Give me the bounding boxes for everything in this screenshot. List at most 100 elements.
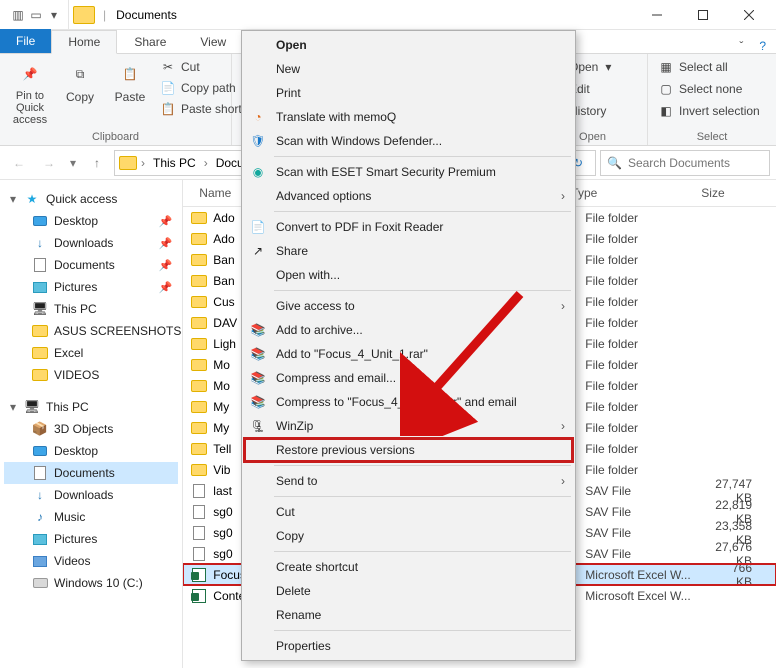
sidebar-documents2[interactable]: Documents (4, 462, 178, 484)
sidebar-music[interactable]: Music (4, 506, 178, 528)
window-title: Documents (110, 8, 177, 22)
drive-icon (33, 578, 48, 588)
ctx-giveaccess[interactable]: Give access to› (244, 294, 573, 318)
titlebar: ▥ ▭ ▾ | Documents (0, 0, 776, 30)
ctx-sendto[interactable]: Send to› (244, 469, 573, 493)
copy-button[interactable]: ⧉ Copy (58, 58, 102, 106)
ctx-properties[interactable]: Properties (244, 634, 573, 658)
sidebar-3dobjects[interactable]: 3D Objects (4, 418, 178, 440)
folder-icon (32, 325, 48, 337)
sidebar-desktop2[interactable]: Desktop (4, 440, 178, 462)
breadcrumb-folder-icon (119, 156, 137, 170)
tab-view[interactable]: View (183, 30, 243, 53)
file-type: File folder (585, 295, 715, 309)
ctx-print[interactable]: Print (244, 81, 573, 105)
breadcrumb-sep[interactable]: › (139, 156, 147, 170)
sidebar-thispc[interactable]: ▾This PC (4, 396, 178, 418)
help-icon[interactable]: ? (759, 39, 766, 53)
sidebar-pictures2[interactable]: Pictures (4, 528, 178, 550)
downloads-icon (32, 487, 48, 503)
nav-up-button[interactable]: ↑ (84, 150, 110, 176)
column-type[interactable]: Type (563, 180, 693, 206)
ctx-rename[interactable]: Rename (244, 603, 573, 627)
tab-file[interactable]: File (0, 29, 51, 53)
ctx-advanced[interactable]: Advanced options› (244, 184, 573, 208)
pin-label: Pin to Quick access (12, 90, 48, 126)
file-icon (192, 568, 206, 582)
sidebar-quick-access[interactable]: ▾Quick access (4, 188, 178, 210)
pictures-icon (33, 282, 47, 293)
ctx-compressemail[interactable]: 📚Compress and email... (244, 366, 573, 390)
tab-home[interactable]: Home (51, 30, 117, 54)
ctx-share[interactable]: ↗Share (244, 239, 573, 263)
pin-to-quick-access-button[interactable]: 📌 Pin to Quick access (8, 58, 52, 128)
file-icon (191, 275, 207, 287)
sidebar-desktop[interactable]: Desktop📌 (4, 210, 178, 232)
paste-button[interactable]: 📋 Paste (108, 58, 152, 106)
sidebar-videos2[interactable]: Videos (4, 550, 178, 572)
nav-forward-button[interactable]: → (36, 150, 62, 176)
ctx-eset[interactable]: ◉Scan with ESET Smart Security Premium (244, 160, 573, 184)
search-input[interactable] (628, 156, 763, 170)
file-type: File folder (585, 253, 715, 267)
breadcrumb-sep[interactable]: › (202, 156, 210, 170)
qa-properties-icon[interactable]: ▥ (10, 7, 26, 23)
ctx-restore-previous-versions[interactable]: Restore previous versions (244, 438, 573, 462)
ctx-winzip[interactable]: 🗜WinZip› (244, 414, 573, 438)
videos-icon (33, 556, 47, 567)
sidebar-cdrive[interactable]: Windows 10 (C:) (4, 572, 178, 594)
file-icon (191, 464, 207, 476)
file-type: File folder (585, 421, 715, 435)
close-button[interactable] (726, 0, 772, 30)
ctx-memoq[interactable]: ◔Translate with memoQ (244, 105, 573, 129)
sidebar-asus[interactable]: ASUS SCREENSHOTS (4, 320, 178, 342)
file-icon (191, 338, 207, 350)
sidebar-pictures[interactable]: Pictures📌 (4, 276, 178, 298)
search-icon: 🔍 (607, 156, 622, 170)
column-size[interactable]: Size (693, 180, 776, 206)
ctx-new[interactable]: New (244, 57, 573, 81)
ctx-openwith[interactable]: Open with... (244, 263, 573, 287)
ctx-defender[interactable]: 🛡Scan with Windows Defender... (244, 129, 573, 153)
ctx-addarchive[interactable]: 📚Add to archive... (244, 318, 573, 342)
ctx-addrar[interactable]: 📚Add to "Focus_4_Unit_1.rar" (244, 342, 573, 366)
copy-path-icon: 📄 (160, 80, 176, 96)
sidebar-excel[interactable]: Excel (4, 342, 178, 364)
file-type: SAV File (585, 484, 715, 498)
select-none-button[interactable]: ▢Select none (656, 80, 762, 98)
ctx-delete[interactable]: Delete (244, 579, 573, 603)
music-icon (32, 509, 48, 525)
invert-selection-button[interactable]: ◧Invert selection (656, 102, 762, 120)
sidebar-videos-quick[interactable]: VIDEOS (4, 364, 178, 386)
sidebar-downloads[interactable]: Downloads📌 (4, 232, 178, 254)
qa-new-icon[interactable]: ▭ (28, 7, 44, 23)
minimize-button[interactable] (634, 0, 680, 30)
breadcrumb-thispc[interactable]: This PC (149, 156, 200, 170)
sidebar-thispc-quick[interactable]: This PC (4, 298, 178, 320)
qa-dropdown-icon[interactable]: ▾ (46, 7, 62, 23)
navigation-pane: ▾Quick access Desktop📌 Downloads📌 Docume… (0, 180, 183, 668)
ctx-cut[interactable]: Cut (244, 500, 573, 524)
file-type: File folder (585, 379, 715, 393)
ctx-shortcut[interactable]: Create shortcut (244, 555, 573, 579)
titlebar-separator: | (99, 8, 110, 22)
ctx-compressto[interactable]: 📚Compress to "Focus_4_Unit_1.rar" and em… (244, 390, 573, 414)
ctx-copy[interactable]: Copy (244, 524, 573, 548)
sidebar-downloads2[interactable]: Downloads (4, 484, 178, 506)
maximize-button[interactable] (680, 0, 726, 30)
documents-icon (34, 258, 46, 272)
nav-back-button[interactable]: ← (6, 150, 32, 176)
select-all-button[interactable]: ▦Select all (656, 58, 762, 76)
ctx-foxit[interactable]: 📄Convert to PDF in Foxit Reader (244, 215, 573, 239)
chevron-right-icon: › (561, 189, 565, 203)
sidebar-documents[interactable]: Documents📌 (4, 254, 178, 276)
file-icon (193, 526, 205, 540)
window-folder-icon (73, 6, 95, 24)
ctx-open[interactable]: Open (244, 33, 573, 57)
search-box[interactable]: 🔍 (600, 150, 770, 176)
tab-share[interactable]: Share (117, 30, 183, 53)
nav-recent-button[interactable]: ▾ (66, 150, 80, 176)
file-type: File folder (585, 400, 715, 414)
file-icon (193, 547, 205, 561)
ribbon-collapse-icon[interactable]: ˇ (739, 39, 743, 53)
